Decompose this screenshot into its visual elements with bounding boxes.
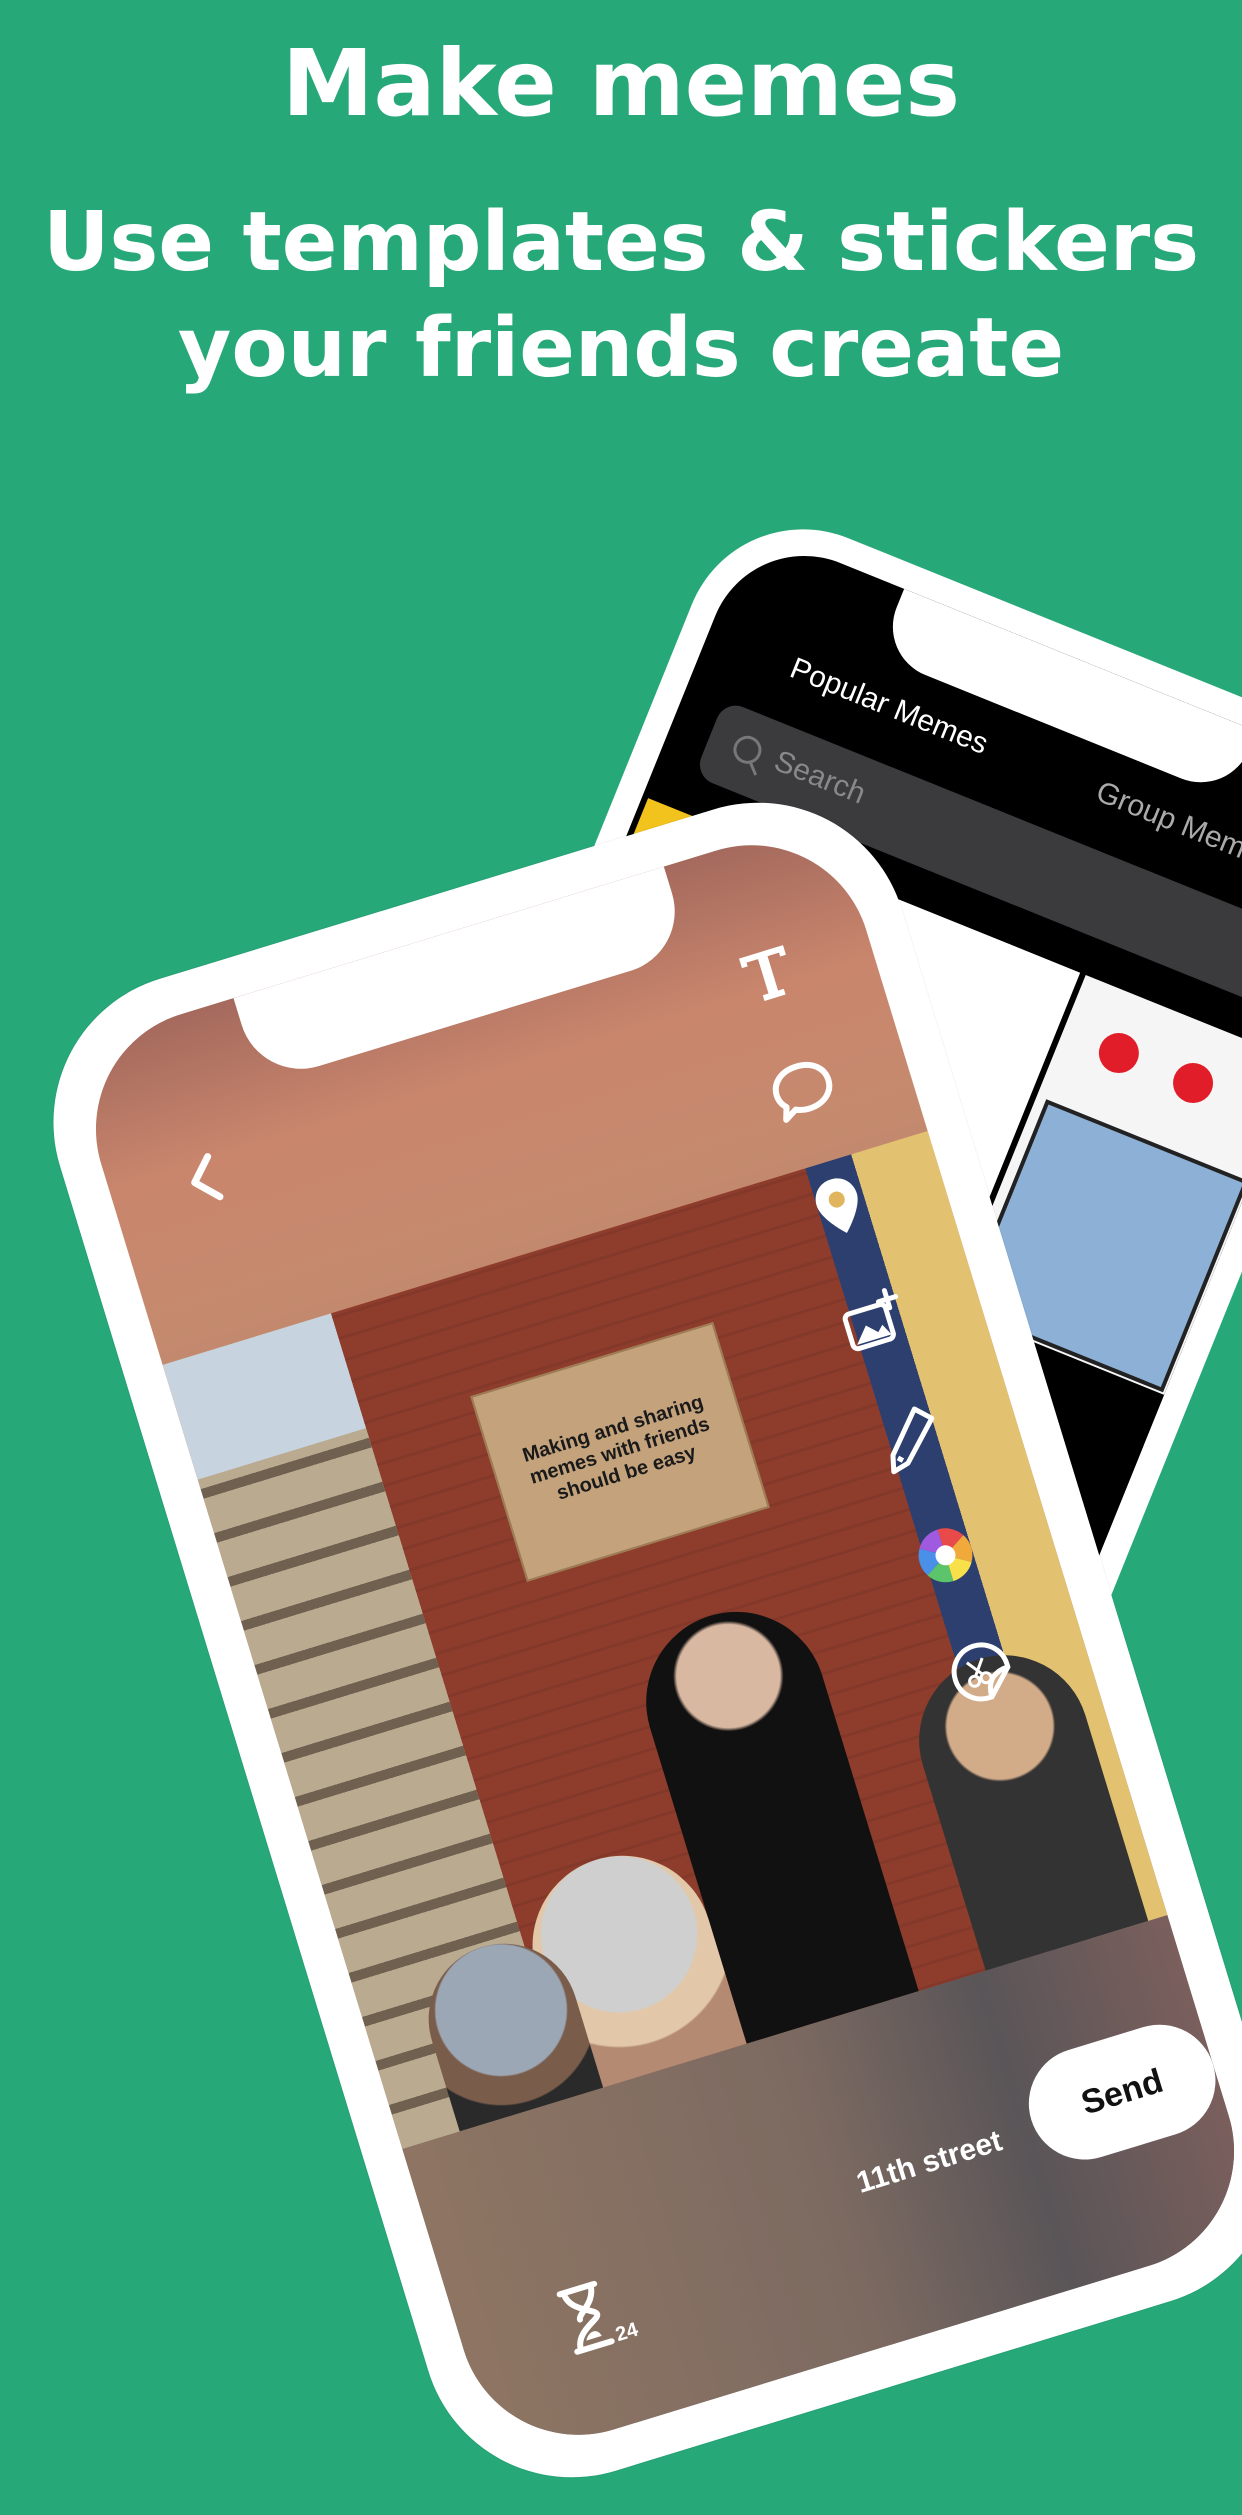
sign-text: Making and sharing memes with friends sh… (520, 1390, 713, 1505)
headline: Make memes (281, 30, 961, 137)
search-icon (729, 731, 766, 769)
search-placeholder: Search (769, 744, 871, 811)
chevron-left-icon[interactable] (162, 1136, 249, 1223)
red-button-graphic (1092, 1027, 1145, 1080)
subheadline: Use templates & stickers your friends cr… (42, 195, 1200, 396)
red-button-graphic (1167, 1056, 1220, 1110)
text-t-icon[interactable] (723, 928, 810, 1015)
speech-bubble-icon[interactable] (759, 1045, 846, 1132)
phone-notch (233, 866, 691, 1085)
